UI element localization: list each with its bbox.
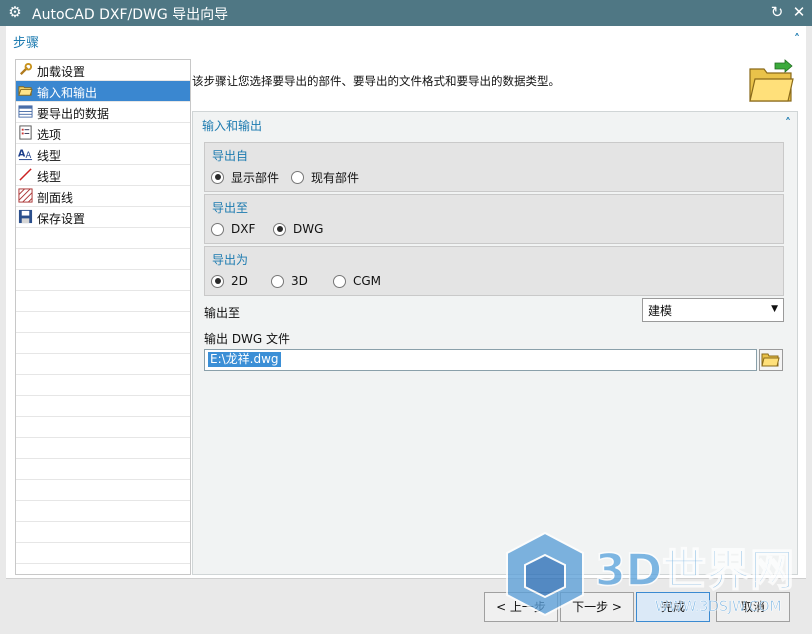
radio-display-part[interactable]: 显示部件 (211, 169, 279, 185)
step-empty-row (16, 396, 190, 417)
step-empty-row (16, 480, 190, 501)
radio-label: 2D (231, 274, 248, 288)
step-empty-row (16, 312, 190, 333)
step-item-label: 输入和输出 (37, 86, 98, 100)
step-item-label: 加载设置 (37, 65, 86, 79)
output-file-input[interactable]: E:\龙祥.dwg (204, 349, 757, 371)
radio-label: DXF (231, 222, 256, 236)
back-button[interactable]: < 上一步 (484, 592, 558, 622)
step-empty-row (16, 333, 190, 354)
radio-dot (211, 170, 224, 184)
window-title: AutoCAD DXF/DWG 导出向导 (32, 7, 229, 23)
export-to-box: 导出至 DXF DWG (204, 194, 784, 244)
export-from-caption: 导出自 (212, 149, 249, 163)
save-icon (18, 209, 33, 224)
radio-dot (211, 222, 224, 236)
folder-open-icon (749, 59, 794, 102)
radio-dxf[interactable]: DXF (211, 221, 255, 237)
step-empty-row (16, 249, 190, 270)
step-item-label: 要导出的数据 (37, 107, 110, 121)
main-pane: 该步骤让您选择要导出的部件、要导出的文件格式和要导出的数据类型。 输入和输出 ˄… (191, 59, 798, 575)
title-bar: ⚙ AutoCAD DXF/DWG 导出向导 ↻ ✕ (0, 0, 812, 26)
step-item-input-output[interactable]: 输入和输出 (16, 81, 190, 102)
radio-label: 显示部件 (231, 170, 280, 185)
step-item-options[interactable]: 选项 (16, 123, 190, 144)
radio-dot (273, 222, 286, 236)
radio-dot (271, 274, 284, 288)
data-table-icon (18, 105, 33, 118)
step-item-label: 选项 (37, 128, 62, 142)
step-empty-row (16, 375, 190, 396)
text-style-icon: AA (18, 148, 33, 160)
radio-3d[interactable]: 3D (271, 273, 308, 289)
step-empty-row (16, 228, 190, 249)
output-file-label: 输出 DWG 文件 (204, 332, 291, 346)
radio-label: 现有部件 (311, 170, 360, 185)
export-as-box: 导出为 2D 3D CGM (204, 246, 784, 296)
output-file-value: E:\龙祥.dwg (208, 352, 281, 367)
cancel-button[interactable]: 取消 (716, 592, 790, 622)
radio-dot (211, 274, 224, 288)
hatch-icon (18, 188, 33, 203)
line-icon (19, 168, 32, 181)
radio-label: DWG (293, 222, 324, 236)
radio-dot (333, 274, 346, 288)
intro-text: 该步骤让您选择要导出的部件、要导出的文件格式和要导出的数据类型。 (192, 74, 560, 88)
wizard-body: 步骤 ˄ 加载设置 输入和输出 要导出的数据 选项 AA 线型 线型 剖面线 保… (6, 26, 806, 579)
svg-text:A: A (26, 150, 32, 160)
step-list: 加载设置 输入和输出 要导出的数据 选项 AA 线型 线型 剖面线 保存设置 (15, 59, 191, 575)
step-item-label: 线型 (37, 149, 62, 163)
step-item-linetype-text[interactable]: AA 线型 (16, 144, 190, 165)
group-title: 输入和输出 (202, 119, 263, 133)
gear-icon[interactable]: ⚙ (7, 4, 23, 20)
finish-button[interactable]: 完成 (636, 592, 710, 622)
step-item-label: 线型 (37, 170, 62, 184)
folder-open-icon (761, 353, 780, 367)
step-empty-row (16, 291, 190, 312)
step-item-label: 剖面线 (37, 191, 74, 205)
collapse-icon[interactable]: ˄ (794, 32, 800, 46)
input-output-group: 输入和输出 ˄ 导出自 显示部件 现有部件 导出至 DXF DWG 导出为 2D… (192, 111, 798, 575)
radio-label: CGM (353, 274, 382, 288)
radio-dot (291, 170, 304, 184)
export-as-caption: 导出为 (212, 253, 249, 267)
step-item-save-settings[interactable]: 保存设置 (16, 207, 190, 228)
output-to-value: 建模 (648, 304, 673, 318)
step-empty-row (16, 543, 190, 564)
step-empty-row (16, 564, 190, 574)
step-empty-row (16, 354, 190, 375)
folder-open-icon (18, 86, 33, 96)
step-item-label: 保存设置 (37, 212, 86, 226)
options-list-icon (19, 125, 32, 140)
step-item-data-to-export[interactable]: 要导出的数据 (16, 102, 190, 123)
radio-cgm[interactable]: CGM (333, 273, 381, 289)
step-empty-row (16, 270, 190, 291)
step-empty-row (16, 522, 190, 543)
radio-label: 3D (291, 274, 308, 288)
step-item-linetype[interactable]: 线型 (16, 165, 190, 186)
wrench-icon (19, 62, 33, 76)
steps-header: 步骤 (13, 36, 40, 51)
export-from-box: 导出自 显示部件 现有部件 (204, 142, 784, 192)
browse-button[interactable] (759, 349, 783, 371)
output-to-select[interactable]: 建模 ▼ (642, 298, 784, 322)
step-empty-row (16, 417, 190, 438)
radio-2d[interactable]: 2D (211, 273, 248, 289)
next-button[interactable]: 下一步 > (560, 592, 634, 622)
reset-icon[interactable]: ↻ (768, 3, 786, 21)
output-to-label: 输出至 (204, 306, 241, 320)
chevron-down-icon: ▼ (771, 304, 778, 314)
radio-dwg[interactable]: DWG (273, 221, 323, 237)
collapse-icon[interactable]: ˄ (785, 116, 791, 130)
step-empty-row (16, 501, 190, 522)
step-item-load-settings[interactable]: 加载设置 (16, 60, 190, 81)
close-icon[interactable]: ✕ (790, 3, 808, 21)
export-to-caption: 导出至 (212, 201, 249, 215)
step-item-hatch[interactable]: 剖面线 (16, 186, 190, 207)
step-empty-row (16, 438, 190, 459)
radio-existing-part[interactable]: 现有部件 (291, 169, 359, 185)
step-empty-row (16, 459, 190, 480)
